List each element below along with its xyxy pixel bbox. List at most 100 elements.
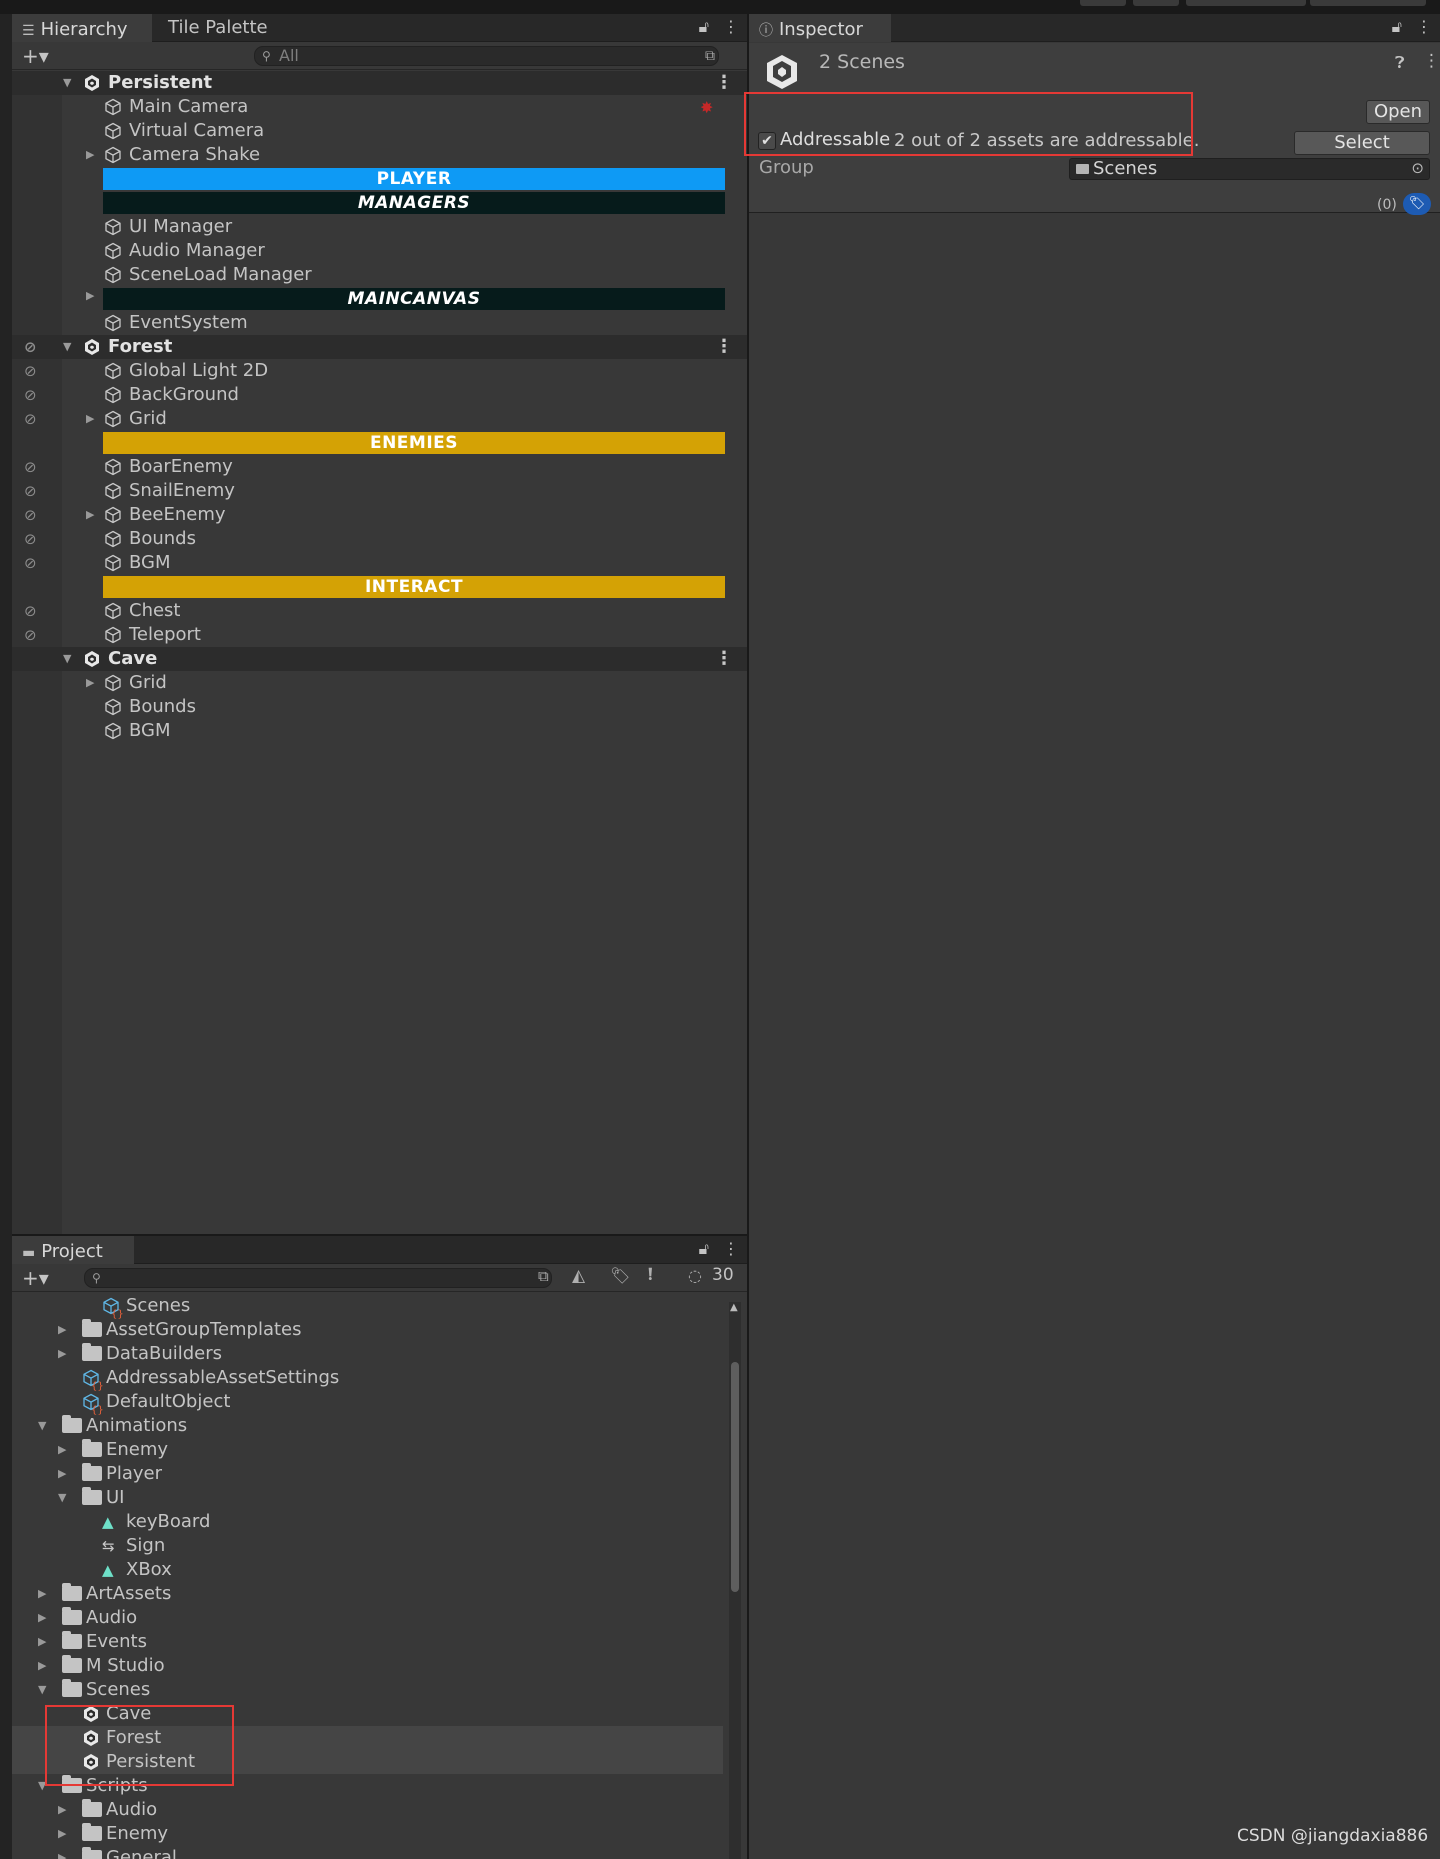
tab-hierarchy[interactable]: ☰ Hierarchy xyxy=(12,14,152,42)
expand-arrow-icon[interactable]: ▶ xyxy=(86,671,94,695)
hidden-packages-icon[interactable]: ◌ xyxy=(688,1266,702,1285)
project-row[interactable]: ⇆ Sign xyxy=(12,1534,723,1558)
tab-inspector[interactable]: ⓘ Inspector xyxy=(749,14,891,42)
hierarchy-row[interactable]: ▶ Grid xyxy=(12,671,747,695)
expand-arrow-icon[interactable]: ▼ xyxy=(38,1678,46,1702)
scroll-up-arrow[interactable]: ▲ xyxy=(730,1302,738,1313)
project-row[interactable]: ▶ Audio xyxy=(12,1798,723,1822)
project-row[interactable]: ▶ Player xyxy=(12,1462,723,1486)
expand-arrow-icon[interactable]: ▶ xyxy=(38,1654,46,1678)
expand-arrow-icon[interactable]: ▶ xyxy=(86,503,94,527)
project-row[interactable]: ▶ Events xyxy=(12,1630,723,1654)
hierarchy-row[interactable]: Bounds xyxy=(12,695,747,719)
hierarchy-row[interactable]: ⊘ Global Light 2D xyxy=(12,359,747,383)
visibility-hidden-icon[interactable]: ⊘ xyxy=(24,455,37,479)
hierarchy-row[interactable]: ⊘ Teleport xyxy=(12,623,747,647)
expand-arrow-icon[interactable]: ▶ xyxy=(58,1822,66,1846)
visibility-hidden-icon[interactable]: ⊘ xyxy=(24,359,37,383)
search-options-icon[interactable]: ⧉ xyxy=(538,1267,549,1285)
project-row[interactable]: ▲ XBox xyxy=(12,1558,723,1582)
project-scrollbar[interactable]: ▲ xyxy=(729,1302,741,1859)
visibility-hidden-icon[interactable]: ⊘ xyxy=(24,383,37,407)
project-row[interactable]: {} DefaultObject xyxy=(12,1390,723,1416)
scene-menu-icon[interactable]: ⋮ xyxy=(715,647,733,671)
project-row[interactable]: ▶ ArtAssets xyxy=(12,1582,723,1606)
expand-arrow-icon[interactable]: ▼ xyxy=(38,1774,46,1798)
hierarchy-row[interactable]: ⊘ ▶ BeeEnemy xyxy=(12,503,747,527)
visibility-hidden-icon[interactable]: ⊘ xyxy=(24,599,37,623)
filter-by-type-icon[interactable]: ◭ xyxy=(572,1266,585,1286)
hierarchy-row[interactable]: Virtual Camera xyxy=(12,119,747,143)
hierarchy-row[interactable]: ⊘ SnailEnemy xyxy=(12,479,747,503)
toolbar-button[interactable] xyxy=(1186,0,1306,6)
visibility-hidden-icon[interactable]: ⊘ xyxy=(24,551,37,575)
expand-arrow-icon[interactable]: ▶ xyxy=(38,1630,46,1654)
help-icon[interactable]: ❓︎ xyxy=(1395,53,1405,73)
expand-arrow-icon[interactable]: ▶ xyxy=(58,1462,66,1486)
scroll-thumb[interactable] xyxy=(731,1362,739,1592)
scene-menu-icon[interactable]: ⋮ xyxy=(715,335,733,359)
select-button[interactable]: Select xyxy=(1294,131,1430,155)
create-button[interactable]: +▾ xyxy=(22,1266,49,1290)
expand-arrow-icon[interactable]: ▶ xyxy=(58,1318,66,1342)
project-row[interactable]: ▶ M Studio xyxy=(12,1654,723,1678)
tab-project[interactable]: ▬ Project xyxy=(12,1236,134,1264)
project-row[interactable]: ▼ Animations xyxy=(12,1414,723,1438)
hierarchy-row[interactable]: Audio Manager xyxy=(12,239,747,263)
toolbar-button[interactable] xyxy=(1310,0,1426,6)
scene-row[interactable]: ▼ Cave ⋮ xyxy=(12,647,747,671)
expand-arrow-icon[interactable]: ▶ xyxy=(58,1846,66,1859)
kebab-menu-icon[interactable]: ⋮ xyxy=(723,1239,739,1258)
expand-arrow-icon[interactable]: ▶ xyxy=(58,1798,66,1822)
search-options-icon[interactable]: ⧉ xyxy=(705,47,715,65)
hierarchy-row[interactable]: BGM xyxy=(12,719,747,743)
create-button[interactable]: +▾ xyxy=(22,44,49,68)
project-row[interactable]: ▶ AssetGroupTemplates xyxy=(12,1318,723,1342)
lock-icon[interactable]: 🔓︎ xyxy=(699,17,709,36)
kebab-menu-icon[interactable]: ⋮ xyxy=(1416,17,1432,36)
project-row[interactable]: {} Scenes xyxy=(12,1294,723,1320)
visibility-hidden-icon[interactable]: ⊘ xyxy=(24,479,37,503)
expand-arrow-icon[interactable]: ▼ xyxy=(63,647,71,671)
expand-arrow-icon[interactable]: ▶ xyxy=(38,1582,46,1606)
tab-tile-palette[interactable]: Tile Palette xyxy=(158,14,278,42)
hierarchy-row[interactable]: ⊘ Bounds xyxy=(12,527,747,551)
filter-by-label-icon[interactable]: 🏷︎ xyxy=(610,1266,630,1285)
labels-tag-icon[interactable]: 🏷︎ xyxy=(1403,193,1431,215)
expand-arrow-icon[interactable]: ▼ xyxy=(63,335,71,359)
hierarchy-row[interactable]: ⊘ ▶ Grid xyxy=(12,407,747,431)
lock-icon[interactable]: 🔓︎ xyxy=(699,1239,709,1258)
visibility-hidden-icon[interactable]: ⊘ xyxy=(24,407,37,431)
project-row[interactable]: ▲ keyBoard xyxy=(12,1510,723,1534)
hierarchy-row[interactable]: UI Manager xyxy=(12,215,747,239)
hierarchy-search-input[interactable]: ⚲ All ⧉ xyxy=(254,46,719,66)
warning-icon[interactable]: ❗︎ xyxy=(648,1265,653,1285)
project-row[interactable]: {} AddressableAssetSettings xyxy=(12,1366,723,1392)
project-row[interactable]: ▶ DataBuilders xyxy=(12,1342,723,1366)
scene-row[interactable]: ▼ Persistent ⋮ xyxy=(12,71,747,95)
project-row[interactable]: Persistent xyxy=(12,1750,723,1774)
expand-arrow-icon[interactable]: ▶ xyxy=(86,289,94,302)
project-row[interactable]: Forest xyxy=(12,1726,723,1750)
expand-arrow-icon[interactable]: ▶ xyxy=(38,1606,46,1630)
visibility-hidden-icon[interactable]: ⊘ xyxy=(24,623,37,647)
hierarchy-row[interactable]: ⊘ BackGround xyxy=(12,383,747,407)
hierarchy-row[interactable]: SceneLoad Manager xyxy=(12,263,747,287)
scene-row[interactable]: ⊘ ▼ Forest ⋮ xyxy=(12,335,747,359)
addressable-checkbox[interactable]: ✔ xyxy=(758,132,776,150)
expand-arrow-icon[interactable]: ▶ xyxy=(86,143,94,167)
scene-menu-icon[interactable]: ⋮ xyxy=(715,71,733,95)
hierarchy-row[interactable]: Main Camera ✸ xyxy=(12,95,747,119)
project-row[interactable]: ▶ General xyxy=(12,1846,723,1859)
project-row[interactable]: ▶ Enemy xyxy=(12,1822,723,1846)
toolbar-button[interactable] xyxy=(1080,0,1126,6)
hierarchy-row[interactable]: ⊘ BoarEnemy xyxy=(12,455,747,479)
hierarchy-row[interactable]: ▶ Camera Shake xyxy=(12,143,747,167)
project-row[interactable]: Cave xyxy=(12,1702,723,1726)
visibility-hidden-icon[interactable]: ⊘ xyxy=(24,527,37,551)
group-field[interactable]: Scenes ⊙ xyxy=(1069,158,1430,180)
visibility-hidden-icon[interactable]: ⊘ xyxy=(24,335,37,359)
project-row[interactable]: ▶ Audio xyxy=(12,1606,723,1630)
project-search-input[interactable]: ⚲ xyxy=(84,1268,552,1288)
lock-icon[interactable]: 🔓︎ xyxy=(1392,17,1402,36)
